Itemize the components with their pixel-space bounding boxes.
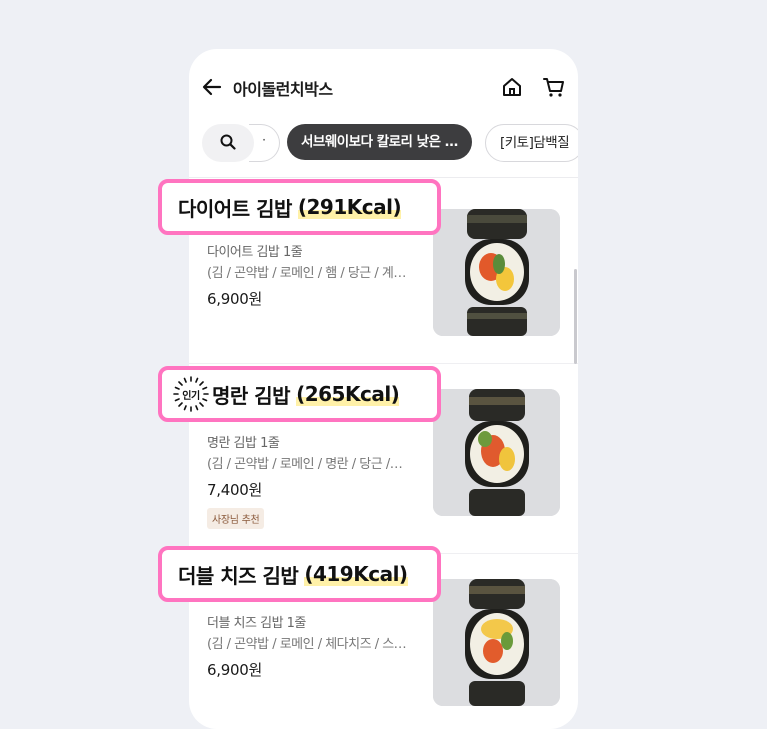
menu-item-description: (김 / 곤약밥 / 로메인 / 명란 / 당근 /… [207,457,403,472]
menu-item-description: (김 / 곤약밥 / 로메인 / 체다치즈 / 스… [207,637,407,652]
filter-chip-keto[interactable]: [키토]담백질 [485,124,578,162]
menu-item-thumbnail [433,389,560,516]
menu-item-subtitle: 더블 치즈 김밥 1줄 [207,616,306,631]
calorie-callout: 인기 명란 김밥 (265Kcal) [158,366,441,422]
callout-name: 명란 김밥 [212,383,291,408]
callout-name: 더블 치즈 김밥 [178,563,299,588]
gimbap-image [433,209,560,336]
callout-name: 다이어트 김밥 [178,196,292,221]
owner-recommend-badge: 사장님 추천 [207,508,265,529]
menu-item-subtitle: 다이어트 김밥 1줄 [207,245,303,260]
callout-kcal: (291Kcal) [297,195,402,219]
popular-badge-label: 인기 [182,391,200,402]
filter-chip-active[interactable]: 서브웨이보다 칼로리 낮은 … [287,124,472,160]
category-filter-bar: · 서브웨이보다 칼로리 낮은 … [키토]담백질 [189,123,578,167]
search-icon [220,134,236,150]
menu-item-thumbnail [433,209,560,336]
menu-item-thumbnail [433,579,560,706]
popular-badge: 인기 [172,375,210,413]
gimbap-image [433,579,560,706]
search-button[interactable] [202,124,254,162]
calorie-callout: 다이어트 김밥 (291Kcal) [158,179,441,235]
cart-icon[interactable] [542,76,566,98]
menu-item-price: 6,900원 [207,290,262,308]
menu-item-subtitle: 명란 김밥 1줄 [207,436,280,451]
menu-item-price: 7,400원 [207,481,262,499]
menu-item-description: (김 / 곤약밥 / 로메인 / 햄 / 당근 / 계… [207,266,406,281]
home-icon[interactable] [501,76,523,98]
back-arrow-icon[interactable] [201,76,223,98]
top-bar: 아이돌런치박스 [189,49,578,123]
scrollbar[interactable] [574,269,577,364]
store-title: 아이돌런치박스 [233,80,333,99]
menu-item-price: 6,900원 [207,661,262,679]
callout-kcal: (265Kcal) [296,382,400,406]
callout-kcal: (419Kcal) [304,562,408,586]
gimbap-image [433,389,560,516]
calorie-callout: 더블 치즈 김밥 (419Kcal) [158,546,441,602]
